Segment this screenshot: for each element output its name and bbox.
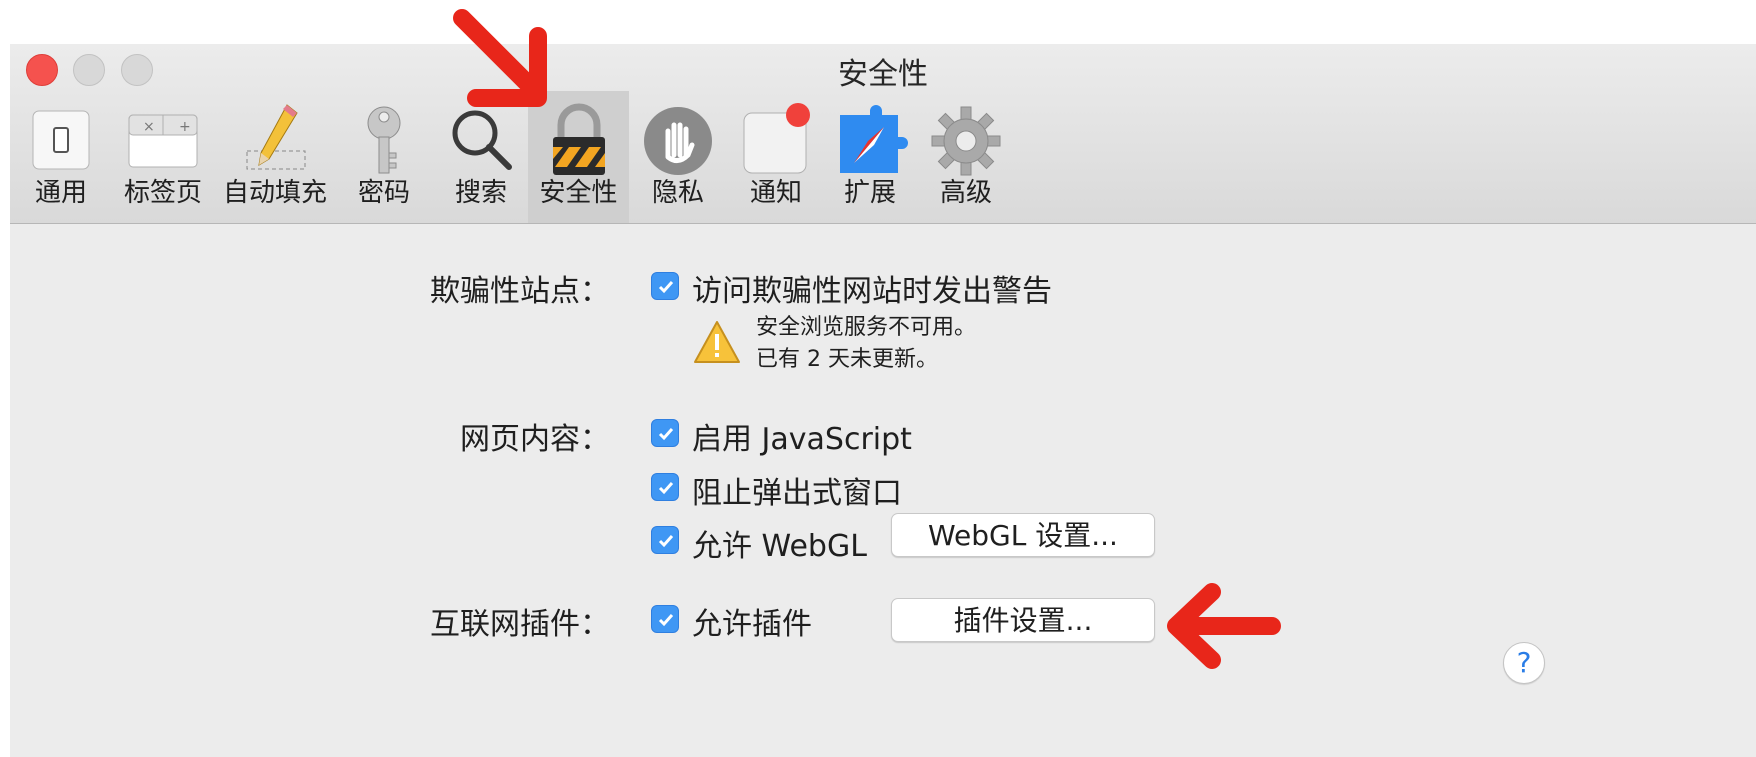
safe-browsing-unavailable-text: 安全浏览服务不可用。 bbox=[756, 315, 977, 340]
pencil-icon bbox=[246, 104, 306, 170]
checkmark-icon bbox=[658, 281, 674, 294]
checkmark-icon bbox=[658, 614, 674, 627]
annotation-arrow-left-icon bbox=[1167, 583, 1281, 669]
tab-label: 自动填充 bbox=[222, 178, 327, 208]
allow-plugins-checkbox[interactable] bbox=[651, 605, 679, 633]
security-panel: 欺骗性站点： 访问欺骗性网站时发出警告 安全浏览服务不可用。 已有 2 天未更新… bbox=[10, 224, 1756, 757]
plugin-settings-button[interactable]: 插件设置... bbox=[891, 598, 1155, 642]
switch-icon bbox=[32, 110, 90, 170]
block-popups-text: 阻止弹出式窗口 bbox=[692, 476, 902, 511]
fraud-warning-text: 访问欺骗性网站时发出警告 bbox=[692, 274, 1052, 309]
help-button[interactable]: ? bbox=[1503, 642, 1545, 684]
tab-label: 通知 bbox=[749, 178, 802, 208]
tab-label: 通用 bbox=[34, 178, 87, 208]
tab-label: 安全性 bbox=[539, 178, 618, 208]
javascript-checkbox[interactable] bbox=[651, 419, 679, 447]
extension-icon bbox=[840, 105, 908, 173]
tab-notifications[interactable]: 通知 bbox=[732, 91, 820, 223]
tabs-icon: × + bbox=[128, 114, 198, 168]
tab-privacy[interactable]: 隐私 bbox=[638, 91, 718, 223]
block-popups-checkbox[interactable] bbox=[651, 473, 679, 501]
checkmark-icon bbox=[658, 482, 674, 495]
gear-icon bbox=[931, 106, 1001, 176]
fraud-warning-checkbox[interactable] bbox=[651, 272, 679, 300]
checkmark-icon bbox=[658, 535, 674, 548]
preferences-window: 安全性 通用 × + 标签页 自动填充 密码 搜索 安全性 隐私 通知 扩展 高… bbox=[10, 44, 1756, 757]
tab-label: 密码 bbox=[357, 178, 410, 208]
not-updated-text: 已有 2 天未更新。 bbox=[756, 347, 938, 372]
webgl-text: 允许 WebGL bbox=[692, 529, 867, 564]
svg-text:×: × bbox=[143, 119, 155, 135]
toolbar: 安全性 通用 × + 标签页 自动填充 密码 搜索 安全性 隐私 通知 扩展 高… bbox=[10, 44, 1756, 224]
tab-autofill[interactable]: 自动填充 bbox=[220, 91, 330, 223]
tab-label: 隐私 bbox=[651, 178, 704, 208]
checkmark-icon bbox=[658, 428, 674, 441]
svg-text:+: + bbox=[179, 119, 191, 135]
hand-icon bbox=[644, 107, 712, 175]
allow-plugins-text: 允许插件 bbox=[692, 607, 812, 642]
webgl-settings-button[interactable]: WebGL 设置... bbox=[891, 513, 1155, 557]
tab-advanced[interactable]: 高级 bbox=[922, 91, 1010, 223]
web-content-label: 网页内容： bbox=[460, 422, 610, 457]
javascript-text: 启用 JavaScript bbox=[692, 422, 912, 457]
tab-passwords[interactable]: 密码 bbox=[344, 91, 424, 223]
tab-general[interactable]: 通用 bbox=[16, 91, 106, 223]
tab-tabs[interactable]: × + 标签页 bbox=[118, 91, 208, 223]
annotation-arrow-down-right-icon bbox=[453, 9, 547, 107]
notification-icon bbox=[743, 103, 810, 174]
tab-label: 高级 bbox=[939, 178, 992, 208]
fraud-label: 欺骗性站点： bbox=[430, 274, 610, 309]
window-title: 安全性 bbox=[838, 57, 928, 92]
plugins-label: 互联网插件： bbox=[430, 607, 610, 642]
tab-extensions[interactable]: 扩展 bbox=[826, 91, 914, 223]
tab-label: 扩展 bbox=[843, 178, 896, 208]
warning-icon bbox=[694, 321, 740, 363]
tab-label: 搜索 bbox=[454, 178, 507, 208]
key-icon bbox=[367, 106, 401, 174]
tab-label: 标签页 bbox=[123, 178, 202, 208]
webgl-checkbox[interactable] bbox=[651, 526, 679, 554]
